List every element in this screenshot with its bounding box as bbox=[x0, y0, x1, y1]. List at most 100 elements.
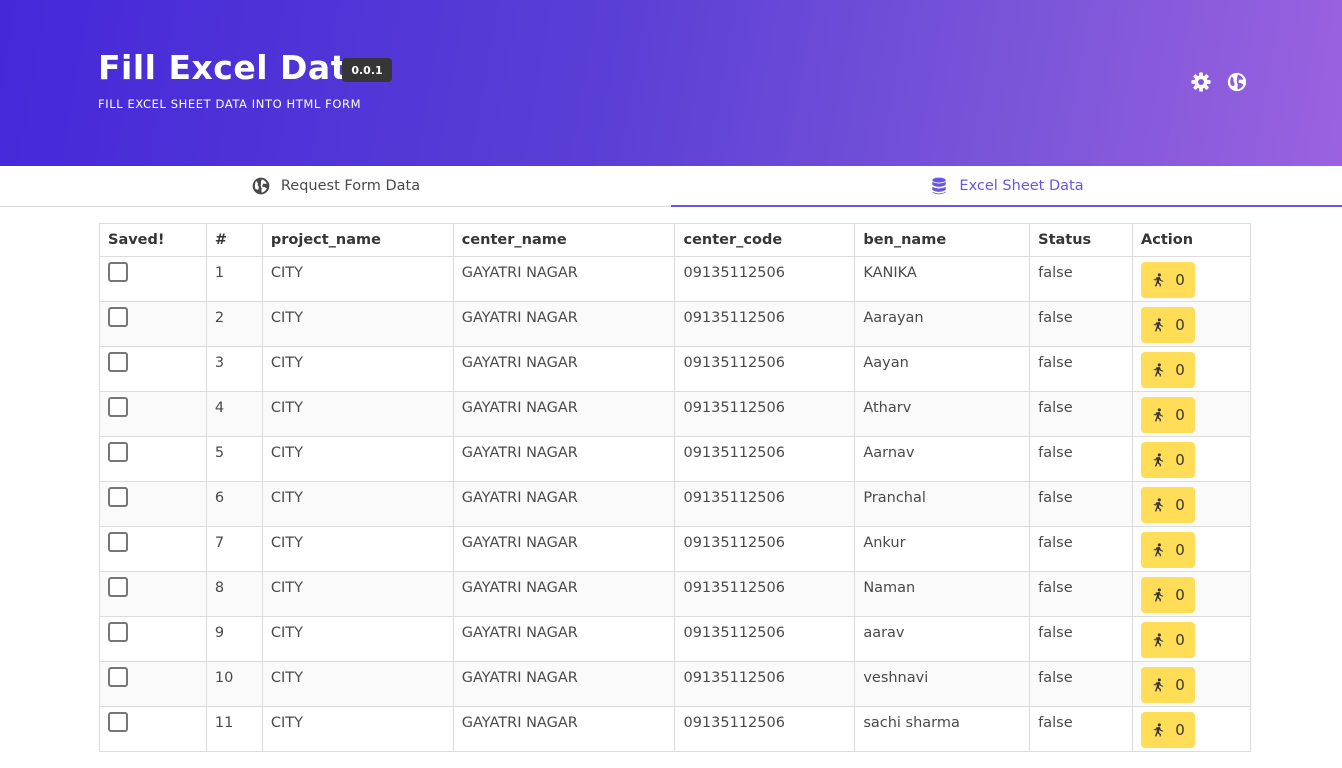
ben-name-cell: KANIKA bbox=[854, 256, 1031, 302]
table-row: 2 CITY GAYATRI NAGAR 09135112506 Aarayan fals… bbox=[99, 301, 1251, 347]
saved-checkbox[interactable] bbox=[108, 622, 128, 642]
saved-cell bbox=[99, 346, 207, 392]
saved-checkbox[interactable] bbox=[108, 667, 128, 687]
table-body: 1 CITY GAYATRI NAGAR 09135112506 KANIKA false… bbox=[99, 256, 1251, 752]
globe-icon[interactable] bbox=[1226, 71, 1248, 93]
run-action-button[interactable]: 0 bbox=[1141, 532, 1196, 568]
center-name-cell: GAYATRI NAGAR bbox=[452, 256, 676, 302]
project-name-cell: CITY bbox=[261, 391, 454, 437]
row-number: 11 bbox=[205, 706, 263, 752]
row-number: 9 bbox=[205, 616, 263, 662]
center-code-cell: 09135112506 bbox=[674, 481, 856, 527]
status-cell: false bbox=[1029, 571, 1134, 617]
run-action-button[interactable]: 0 bbox=[1141, 307, 1196, 343]
globe-icon bbox=[251, 176, 271, 196]
center-code-cell: 09135112506 bbox=[674, 436, 856, 482]
table-row: 7 CITY GAYATRI NAGAR 09135112506 Ankur false 0 bbox=[99, 526, 1251, 572]
run-action-button[interactable]: 0 bbox=[1141, 397, 1196, 433]
action-count: 0 bbox=[1175, 586, 1185, 604]
saved-cell bbox=[99, 301, 207, 347]
run-action-button[interactable]: 0 bbox=[1141, 262, 1196, 298]
action-cell: 0 bbox=[1132, 526, 1251, 572]
project-name-cell: CITY bbox=[261, 526, 454, 572]
run-action-button[interactable]: 0 bbox=[1141, 487, 1196, 523]
running-person-icon bbox=[1151, 723, 1165, 737]
row-number: 6 bbox=[205, 481, 263, 527]
action-cell: 0 bbox=[1132, 346, 1251, 392]
status-cell: false bbox=[1029, 346, 1134, 392]
action-cell: 0 bbox=[1132, 391, 1251, 437]
gear-icon[interactable] bbox=[1190, 71, 1212, 93]
tab-request-form-data[interactable]: Request Form Data bbox=[0, 166, 671, 206]
saved-cell bbox=[99, 436, 207, 482]
status-cell: false bbox=[1029, 706, 1134, 752]
saved-checkbox[interactable] bbox=[108, 442, 128, 462]
status-cell: false bbox=[1029, 436, 1134, 482]
center-name-cell: GAYATRI NAGAR bbox=[452, 571, 676, 617]
saved-checkbox[interactable] bbox=[108, 532, 128, 552]
column-header-ben-name: ben_name bbox=[854, 223, 1031, 257]
center-code-cell: 09135112506 bbox=[674, 256, 856, 302]
table-row: 5 CITY GAYATRI NAGAR 09135112506 Aarnav false… bbox=[99, 436, 1251, 482]
action-count: 0 bbox=[1175, 451, 1185, 469]
row-number: 10 bbox=[205, 661, 263, 707]
table-row: 3 CITY GAYATRI NAGAR 09135112506 Aayan false 0 bbox=[99, 346, 1251, 392]
action-count: 0 bbox=[1175, 676, 1185, 694]
hero-banner: Fill Excel Data 0.0.1 FILL EXCEL SHEET D… bbox=[0, 0, 1342, 166]
table-row: 6 CITY GAYATRI NAGAR 09135112506 Pranchal fal… bbox=[99, 481, 1251, 527]
run-action-button[interactable]: 0 bbox=[1141, 667, 1196, 703]
saved-checkbox[interactable] bbox=[108, 307, 128, 327]
run-action-button[interactable]: 0 bbox=[1141, 622, 1196, 658]
column-header-status: Status bbox=[1029, 223, 1134, 257]
status-cell: false bbox=[1029, 391, 1134, 437]
project-name-cell: CITY bbox=[261, 616, 454, 662]
saved-checkbox[interactable] bbox=[108, 577, 128, 597]
action-count: 0 bbox=[1175, 271, 1185, 289]
center-name-cell: GAYATRI NAGAR bbox=[452, 346, 676, 392]
table-row: 11 CITY GAYATRI NAGAR 09135112506 sachi shar… bbox=[99, 706, 1251, 752]
center-name-cell: GAYATRI NAGAR bbox=[452, 661, 676, 707]
action-cell: 0 bbox=[1132, 436, 1251, 482]
center-code-cell: 09135112506 bbox=[674, 526, 856, 572]
run-action-button[interactable]: 0 bbox=[1141, 352, 1196, 388]
tab-excel-sheet-data[interactable]: Excel Sheet Data bbox=[671, 166, 1342, 207]
table-row: 8 CITY GAYATRI NAGAR 09135112506 Naman false 0 bbox=[99, 571, 1251, 617]
saved-checkbox[interactable] bbox=[108, 397, 128, 417]
ben-name-cell: Pranchal bbox=[854, 481, 1031, 527]
status-cell: false bbox=[1029, 256, 1134, 302]
action-count: 0 bbox=[1175, 496, 1185, 514]
status-cell: false bbox=[1029, 616, 1134, 662]
action-cell: 0 bbox=[1132, 256, 1251, 302]
center-code-cell: 09135112506 bbox=[674, 391, 856, 437]
page-title: Fill Excel Data bbox=[98, 48, 370, 87]
saved-checkbox[interactable] bbox=[108, 352, 128, 372]
action-count: 0 bbox=[1175, 721, 1185, 739]
center-name-cell: GAYATRI NAGAR bbox=[452, 301, 676, 347]
run-action-button[interactable]: 0 bbox=[1141, 442, 1196, 478]
center-name-cell: GAYATRI NAGAR bbox=[452, 526, 676, 572]
center-code-cell: 09135112506 bbox=[674, 571, 856, 617]
status-cell: false bbox=[1029, 301, 1134, 347]
project-name-cell: CITY bbox=[261, 481, 454, 527]
saved-cell bbox=[99, 571, 207, 617]
ben-name-cell: aarav bbox=[854, 616, 1031, 662]
row-number: 2 bbox=[205, 301, 263, 347]
ben-name-cell: veshnavi bbox=[854, 661, 1031, 707]
table-header-row: Saved! # project_name center_name center… bbox=[99, 223, 1251, 257]
running-person-icon bbox=[1151, 453, 1165, 467]
run-action-button[interactable]: 0 bbox=[1141, 712, 1196, 748]
saved-checkbox[interactable] bbox=[108, 262, 128, 282]
run-action-button[interactable]: 0 bbox=[1141, 577, 1196, 613]
center-name-cell: GAYATRI NAGAR bbox=[452, 481, 676, 527]
row-number: 5 bbox=[205, 436, 263, 482]
saved-cell bbox=[99, 616, 207, 662]
center-code-cell: 09135112506 bbox=[674, 301, 856, 347]
running-person-icon bbox=[1151, 633, 1165, 647]
running-person-icon bbox=[1151, 363, 1165, 377]
running-person-icon bbox=[1151, 408, 1165, 422]
action-cell: 0 bbox=[1132, 706, 1251, 752]
saved-checkbox[interactable] bbox=[108, 487, 128, 507]
center-name-cell: GAYATRI NAGAR bbox=[452, 616, 676, 662]
project-name-cell: CITY bbox=[261, 346, 454, 392]
saved-checkbox[interactable] bbox=[108, 712, 128, 732]
